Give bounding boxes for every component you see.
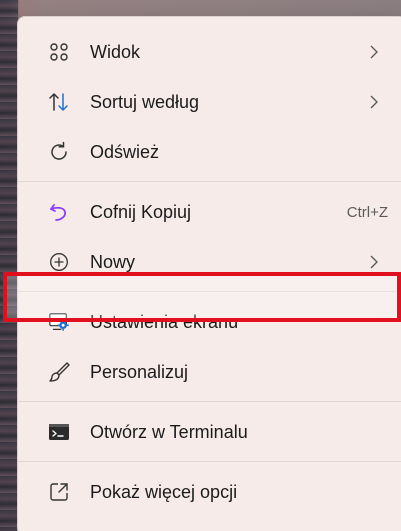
chevron-right-icon — [368, 95, 380, 109]
menu-item-terminal[interactable]: Otwórz w Terminalu — [24, 409, 400, 455]
keyboard-shortcut: Ctrl+Z — [346, 203, 388, 221]
menu-separator — [18, 401, 401, 402]
menu-item-label: Nowy — [90, 251, 136, 272]
menu-item-more-options[interactable]: Pokaż więcej opcji — [24, 469, 400, 515]
terminal-icon — [48, 421, 70, 443]
menu-separator — [18, 461, 401, 462]
chevron-right-icon — [368, 45, 380, 59]
menu-item-sort[interactable]: Sortuj według — [24, 79, 400, 125]
brush-icon — [48, 361, 70, 383]
menu-item-label: Pokaż więcej opcji — [90, 481, 238, 502]
menu-item-undo[interactable]: Cofnij Kopiuj Ctrl+Z — [24, 189, 400, 235]
grid-icon — [48, 41, 70, 63]
menu-item-label: Cofnij Kopiuj — [90, 201, 192, 222]
menu-item-label: Otwórz w Terminalu — [90, 421, 248, 442]
menu-item-label: Sortuj według — [90, 91, 200, 112]
chevron-right-icon — [368, 255, 380, 269]
refresh-icon — [48, 141, 70, 163]
menu-item-view[interactable]: Widok — [24, 29, 400, 75]
menu-item-label: Odśwież — [90, 141, 160, 162]
plus-circle-icon — [48, 251, 70, 273]
more-options-icon — [48, 481, 70, 503]
sort-arrows-icon — [48, 91, 70, 113]
menu-item-refresh[interactable]: Odśwież — [24, 129, 400, 175]
undo-icon — [48, 201, 70, 223]
menu-item-label: Personalizuj — [90, 361, 189, 382]
menu-separator — [18, 181, 401, 182]
menu-item-personalize[interactable]: Personalizuj — [24, 349, 400, 395]
highlight-box — [3, 272, 401, 322]
menu-item-label: Widok — [90, 41, 141, 62]
